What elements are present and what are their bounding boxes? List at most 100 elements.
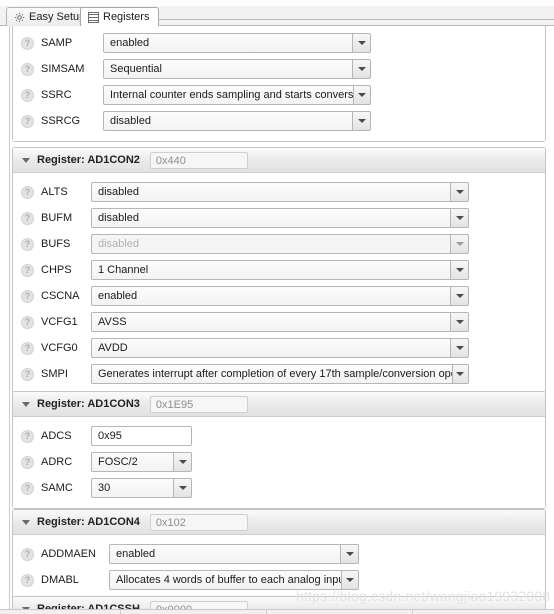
combo-ssrcg-value: disabled	[103, 111, 352, 131]
field-row-vcfg1: ? VCFG1 AVSS	[13, 309, 545, 335]
tab-registers[interactable]: Registers	[80, 7, 160, 26]
combo-smpi-value: Generates interrupt after completion of …	[91, 364, 452, 384]
combo-dmabl[interactable]: Allocates 4 words of buffer to each anal…	[109, 570, 359, 590]
help-icon[interactable]: ?	[21, 62, 34, 76]
register-value-ad1con2[interactable]: 0x440	[149, 151, 248, 169]
help-icon[interactable]: ?	[21, 573, 34, 587]
field-label-addmaen: ADDMAEN	[41, 548, 97, 560]
combo-adrc-value: FOSC/2	[91, 452, 173, 472]
combo-adrc[interactable]: FOSC/2	[91, 452, 192, 472]
collapse-twisty-icon[interactable]	[22, 157, 30, 163]
combo-vcfg0-value: AVDD	[91, 338, 450, 358]
chevron-down-icon[interactable]	[352, 59, 371, 79]
chevron-down-icon[interactable]	[450, 286, 469, 306]
help-icon[interactable]: ?	[21, 88, 34, 102]
chevron-down-icon[interactable]	[173, 452, 192, 472]
combo-ssrcg[interactable]: disabled	[103, 111, 371, 131]
register-header-ad1con3[interactable]: Register: AD1CON3 0x1E95	[13, 392, 545, 417]
bottom-edge-ticks	[0, 609, 554, 614]
field-label-adcs: ADCS	[41, 430, 72, 442]
collapse-twisty-icon[interactable]	[22, 401, 30, 407]
combo-samc-value: 30	[91, 478, 173, 498]
list-icon	[88, 11, 99, 23]
collapse-twisty-icon[interactable]	[22, 519, 30, 525]
register-group-ad1con3: Register: AD1CON3 0x1E95 ? ADCS 0x95 ? A…	[12, 391, 546, 509]
register-group-ad1con4: Register: AD1CON4 0x102 ? ADDMAEN enable…	[12, 509, 546, 601]
registers-panel: Easy Setup Registers ? ?	[0, 0, 554, 614]
field-row-chps: ? CHPS 1 Channel	[13, 257, 545, 283]
help-icon[interactable]: ?	[21, 263, 34, 277]
chevron-down-icon[interactable]	[352, 33, 371, 53]
combo-simsam-value: Sequential	[103, 59, 352, 79]
chevron-down-icon[interactable]	[451, 364, 469, 384]
combo-chps[interactable]: 1 Channel	[91, 260, 469, 280]
register-value-ad1con4[interactable]: 0x102	[149, 513, 248, 531]
chevron-down-icon[interactable]	[450, 260, 469, 280]
register-title-ad1con3: Register: AD1CON3	[37, 398, 140, 410]
help-icon[interactable]: ?	[21, 429, 34, 443]
chevron-down-icon[interactable]	[173, 478, 192, 498]
combo-vcfg1-value: AVSS	[91, 312, 450, 332]
chevron-down-icon[interactable]	[340, 544, 359, 564]
field-label-simsam: SIMSAM	[41, 63, 85, 75]
field-row-samp: ? SAMP enabled	[13, 30, 545, 56]
input-adcs[interactable]: 0x95	[91, 426, 192, 446]
field-row-vcfg0: ? VCFG0 AVDD	[13, 335, 545, 361]
help-icon[interactable]: ?	[21, 367, 34, 381]
chevron-down-icon[interactable]	[450, 182, 469, 202]
chevron-down-icon[interactable]	[353, 85, 371, 105]
combo-simsam[interactable]: Sequential	[103, 59, 371, 79]
combo-cscna[interactable]: enabled	[91, 286, 469, 306]
help-icon[interactable]: ?	[21, 289, 34, 303]
help-icon[interactable]: ?	[21, 341, 34, 355]
chevron-down-icon[interactable]	[450, 338, 469, 358]
register-fields-ad1con2: ? ALTS disabled ? BUFM disabled ? BUFS d…	[13, 173, 545, 394]
combo-bufm[interactable]: disabled	[91, 208, 469, 228]
field-label-chps: CHPS	[41, 264, 72, 276]
chevron-down-icon[interactable]	[352, 111, 371, 131]
combo-addmaen[interactable]: enabled	[109, 544, 359, 564]
field-label-ssrcg: SSRCG	[41, 115, 81, 127]
register-value-ad1con3[interactable]: 0x1E95	[149, 395, 248, 413]
field-label-bufm: BUFM	[41, 212, 73, 224]
field-row-bufs: ? BUFS disabled	[13, 231, 545, 257]
help-icon[interactable]: ?	[21, 211, 34, 225]
field-label-alts: ALTS	[41, 186, 68, 198]
register-header-ad1con4[interactable]: Register: AD1CON4 0x102	[13, 510, 545, 535]
chevron-down-icon[interactable]	[340, 570, 359, 590]
field-label-ssrc: SSRC	[41, 89, 72, 101]
combo-alts[interactable]: disabled	[91, 182, 469, 202]
combo-ssrc-value: Internal counter ends sampling and start…	[103, 85, 354, 105]
help-icon[interactable]: ?	[21, 237, 34, 251]
registers-scroll-area[interactable]: ? ? SAMP enabled	[0, 26, 554, 610]
combo-bufs-value: disabled	[91, 234, 450, 254]
combo-ssrc[interactable]: Internal counter ends sampling and start…	[103, 85, 371, 105]
help-icon[interactable]: ?	[21, 481, 34, 495]
field-row-samc: ? SAMC 30	[13, 475, 545, 501]
combo-vcfg0[interactable]: AVDD	[91, 338, 469, 358]
register-header-ad1con2[interactable]: Register: AD1CON2 0x440	[13, 148, 545, 173]
help-icon[interactable]: ?	[21, 36, 34, 50]
help-icon[interactable]: ?	[21, 315, 34, 329]
combo-cscna-value: enabled	[91, 286, 450, 306]
chevron-down-icon[interactable]	[450, 208, 469, 228]
combo-smpi[interactable]: Generates interrupt after completion of …	[91, 364, 469, 384]
combo-samc[interactable]: 30	[91, 478, 192, 498]
field-row-simsam: ? SIMSAM Sequential	[13, 56, 545, 82]
field-label-bufs: BUFS	[41, 238, 71, 250]
panel-left-edge	[9, 26, 10, 610]
register-fields-ad1con4: ? ADDMAEN enabled ? DMABL Allocates 4 wo…	[13, 535, 545, 600]
field-row-alts: ? ALTS disabled	[13, 179, 545, 205]
combo-vcfg1[interactable]: AVSS	[91, 312, 469, 332]
register-group-ad1con2: Register: AD1CON2 0x440 ? ALTS disabled …	[12, 147, 546, 395]
combo-alts-value: disabled	[91, 182, 450, 202]
tab-strip-filler	[148, 19, 554, 20]
help-icon[interactable]: ?	[21, 114, 34, 128]
combo-samp[interactable]: enabled	[103, 33, 371, 53]
help-icon[interactable]: ?	[21, 185, 34, 199]
field-row-ssrcg: ? SSRCG disabled	[13, 108, 545, 134]
chevron-down-icon[interactable]	[450, 312, 469, 332]
combo-addmaen-value: enabled	[109, 544, 340, 564]
help-icon[interactable]: ?	[21, 547, 34, 561]
help-icon[interactable]: ?	[21, 455, 34, 469]
